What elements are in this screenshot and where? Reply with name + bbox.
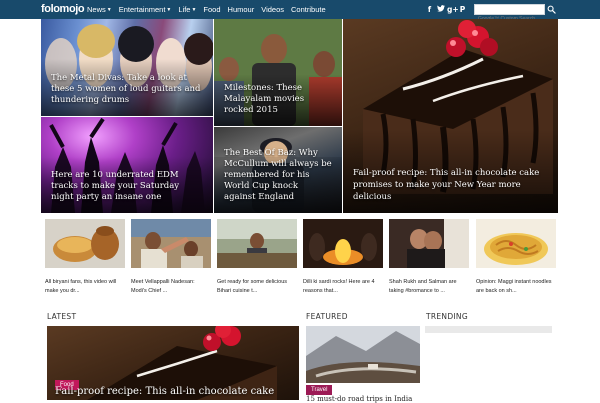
caret-down-icon: ▼ (191, 7, 197, 13)
strip-headline: Shah Rukh and Salman are taking #bromanc… (389, 279, 457, 294)
strip-item-bihari-cuisine[interactable]: Get ready for some delicious Bihari cuis… (217, 219, 297, 295)
hero-tile-metal-divas[interactable]: The Metal Divas: Take a look at these 5 … (41, 19, 213, 116)
strip-headline: All biryani fans, this video will make y… (45, 279, 117, 294)
strip-item-maggi[interactable]: Opinion: Maggi instant noodles are back … (476, 219, 556, 295)
vellappalli-thumbnail (131, 219, 211, 268)
facebook-icon[interactable]: f (425, 0, 434, 19)
nav-item-videos[interactable]: Videos (261, 0, 284, 19)
hero-caption: Milestones: These Malayalam movies rocke… (224, 83, 305, 115)
nav-item-entertainment[interactable]: Entertainment▼ (119, 0, 172, 19)
caret-down-icon: ▼ (166, 7, 172, 13)
top-navigation-bar: folomojo News▼ Entertainment▼ Life▼ Food… (0, 0, 600, 24)
latest-article-card[interactable]: Food Fail-proof recipe: This all-in choc… (47, 326, 299, 400)
twitter-icon[interactable] (436, 0, 445, 19)
trending-placeholder (425, 326, 552, 333)
mountain-road-image (306, 326, 420, 383)
strip-item-vellappalli[interactable]: Meet Vellappalli Nadesan: Modi's Chief .… (131, 219, 211, 295)
strip-headline: Opinion: Maggi instant noodles are back … (476, 279, 552, 294)
strip-headline: Get ready for some delicious Bihari cuis… (217, 279, 288, 294)
search-icon[interactable] (547, 5, 556, 14)
strip-headline: Meet Vellappalli Nadesan: Modi's Chief .… (131, 279, 195, 294)
pinterest-icon[interactable]: P (458, 0, 467, 19)
strip-item-biryani[interactable]: All biryani fans, this video will make y… (45, 219, 125, 295)
section-title-latest: LATEST (47, 312, 77, 321)
caret-down-icon: ▼ (106, 7, 112, 13)
hero-tile-edm-tracks[interactable]: Here are 10 underrated EDM tracks to mak… (41, 117, 213, 213)
strip-headline: Dilli ki sardi rocks! Here are 4 reasons… (303, 279, 375, 294)
section-title-featured: FEATURED (306, 312, 348, 321)
site-logo[interactable]: folomojo (41, 2, 85, 16)
maggi-noodles-thumbnail (476, 219, 556, 268)
nav-item-humour[interactable]: Humour (228, 0, 255, 19)
featured-headline: 15 must-do road trips in India (306, 395, 413, 403)
nav-item-life[interactable]: Life▼ (178, 0, 196, 19)
dilli-sardi-thumbnail (303, 219, 383, 268)
hero-caption: The Metal Divas: Take a look at these 5 … (51, 73, 201, 105)
featured-article-card[interactable] (306, 326, 420, 383)
strip-item-srk-salman[interactable]: Shah Rukh and Salman are taking #bromanc… (389, 219, 469, 295)
biryani-thumbnail (45, 219, 125, 268)
hero-caption: Here are 10 underrated EDM tracks to mak… (51, 170, 180, 202)
nav-item-news[interactable]: News▼ (87, 0, 112, 19)
latest-headline: Fail-proof recipe: This all-in chocolate… (55, 386, 275, 397)
nav-item-food[interactable]: Food (203, 0, 220, 19)
srk-salman-thumbnail (389, 219, 469, 268)
search-box (474, 4, 545, 24)
social-links: f g+ P (425, 0, 469, 19)
main-nav: News▼ Entertainment▼ Life▼ Food Humour V… (87, 0, 333, 19)
hero-caption: Fail-proof recipe: This all-in chocolate… (353, 168, 540, 202)
section-title-trending: TRENDING (426, 312, 468, 321)
nav-label: News (87, 5, 106, 14)
hero-tile-malayalam-movies[interactable]: Milestones: These Malayalam movies rocke… (214, 19, 342, 126)
hero-caption: The Best Of Baz: Why McCullum will alway… (224, 148, 332, 202)
hero-tile-mccullum[interactable]: The Best Of Baz: Why McCullum will alway… (214, 127, 342, 213)
category-badge-travel[interactable]: Travel (306, 385, 333, 395)
nav-label: Life (178, 5, 191, 14)
nav-item-contribute[interactable]: Contribute (291, 0, 326, 19)
hero-tile-chocolate-cake[interactable]: Fail-proof recipe: This all-in chocolate… (343, 19, 558, 213)
strip-item-dilli-sardi[interactable]: Dilli ki sardi rocks! Here are 4 reasons… (303, 219, 383, 295)
bihari-cuisine-thumbnail (217, 219, 297, 268)
google-plus-icon[interactable]: g+ (447, 0, 459, 19)
nav-label: Entertainment (118, 5, 166, 14)
